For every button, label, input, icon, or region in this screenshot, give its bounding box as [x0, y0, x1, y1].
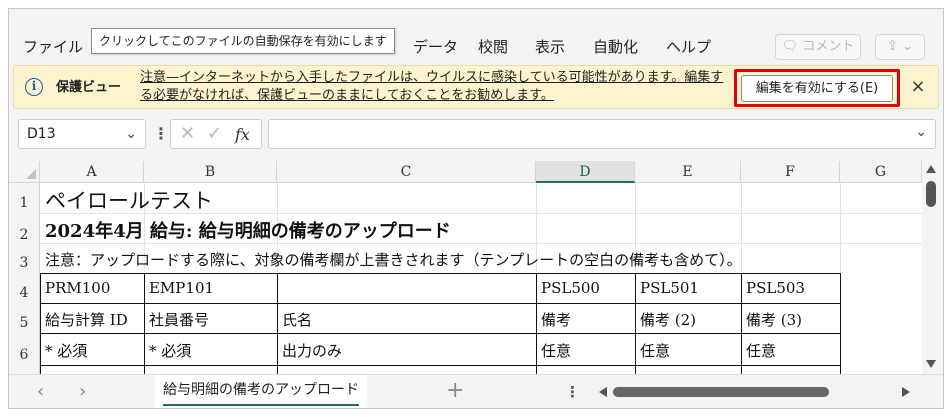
- vertical-scrollbar[interactable]: [922, 161, 942, 374]
- cell-a2[interactable]: 2024年4月 給与: 給与明細の備考のアップロード: [45, 217, 451, 243]
- cell-f6[interactable]: 任意: [746, 340, 776, 361]
- scroll-up-icon[interactable]: [926, 165, 936, 173]
- menu-help[interactable]: ヘルプ: [666, 37, 711, 57]
- cell-a5[interactable]: 給与計算 ID: [45, 309, 128, 330]
- table-border: [536, 273, 537, 374]
- formula-actions: ✕ ✓ fx: [170, 119, 262, 149]
- cell-a4[interactable]: PRM100: [45, 279, 110, 297]
- more-options-icon[interactable]: ⋮: [565, 383, 580, 401]
- menu-review[interactable]: 校閲: [478, 37, 508, 57]
- table-border: [277, 273, 278, 374]
- comment-button[interactable]: 🗨 コメント: [775, 34, 861, 60]
- cell-f5[interactable]: 備考 (3): [746, 309, 802, 330]
- ribbon-menu-bar: ファイル データ 校閲 表示 自動化 ヘルプ クリックしてこのファイルの自動保存…: [9, 9, 943, 60]
- column-header-f[interactable]: F: [741, 161, 840, 183]
- info-icon: i: [25, 78, 43, 96]
- menu-file[interactable]: ファイル: [23, 37, 83, 57]
- cancel-icon[interactable]: ✕: [180, 123, 195, 145]
- row-header-3[interactable]: 3: [9, 243, 40, 273]
- cell-e4[interactable]: PSL501: [640, 279, 699, 297]
- scroll-right-icon[interactable]: [902, 387, 910, 397]
- select-all-corner[interactable]: [9, 161, 40, 183]
- cell-c6[interactable]: 出力のみ: [282, 340, 342, 361]
- row-header-2[interactable]: 2: [9, 213, 40, 243]
- cell-b4[interactable]: EMP101: [149, 279, 214, 297]
- chevron-down-icon[interactable]: ⌄: [125, 120, 137, 148]
- cell-b5[interactable]: 社員番号: [149, 309, 209, 330]
- column-header-a[interactable]: A: [40, 161, 144, 183]
- protected-view-banner: i 保護ビュー 注意—インターネットから入手したファイルは、ウイルスに感染してい…: [13, 65, 939, 109]
- row-header-5[interactable]: 5: [9, 303, 40, 333]
- enable-editing-button[interactable]: 編集を有効にする(E): [741, 75, 893, 102]
- name-box-value: D13: [27, 126, 56, 142]
- close-icon[interactable]: ×: [907, 76, 929, 98]
- table-border: [741, 273, 742, 374]
- table-border: [40, 333, 841, 334]
- formula-input[interactable]: ⌄: [268, 119, 936, 149]
- more-options-icon[interactable]: ⋮: [153, 124, 169, 144]
- table-border: [840, 273, 841, 374]
- table-border: [40, 365, 841, 366]
- name-box[interactable]: D13 ⌄: [18, 119, 146, 149]
- excel-window: ファイル データ 校閲 表示 自動化 ヘルプ クリックしてこのファイルの自動保存…: [8, 8, 944, 409]
- previous-sheet-icon[interactable]: ‹: [37, 382, 44, 402]
- banner-title: 保護ビュー: [56, 80, 122, 95]
- table-border: [40, 303, 841, 304]
- autosave-tooltip: クリックしてこのファイルの自動保存を有効にします: [91, 28, 395, 54]
- row-header-1[interactable]: 1: [9, 183, 40, 213]
- comment-icon: 🗨: [781, 39, 799, 54]
- column-header-d[interactable]: D: [536, 161, 635, 183]
- cell-b6[interactable]: * 必須: [149, 340, 191, 361]
- horizontal-scrollbar-thumb[interactable]: [613, 387, 829, 397]
- formula-bar: D13 ⌄ ⋮ ✕ ✓ fx ⌄: [9, 115, 943, 155]
- insert-function-icon[interactable]: fx: [235, 124, 250, 146]
- table-border: [635, 273, 636, 374]
- menu-data[interactable]: データ: [413, 37, 458, 57]
- sheet-tab-bar: ‹ › 給与明細の備考のアップロード + ⋮: [9, 374, 943, 408]
- menu-view[interactable]: 表示: [535, 37, 565, 57]
- column-header-b[interactable]: B: [144, 161, 277, 183]
- cell-a3[interactable]: 注意：アップロードする際に、対象の備考欄が上書きされます（テンプレートの空白の備…: [45, 249, 742, 270]
- row-header-6[interactable]: 6: [9, 333, 40, 374]
- cell-f4[interactable]: PSL503: [746, 279, 805, 297]
- column-header-g[interactable]: G: [840, 161, 922, 183]
- column-header-e[interactable]: E: [635, 161, 741, 183]
- row-header-4[interactable]: 4: [9, 273, 40, 303]
- share-icon: ⇪ ⌄: [887, 39, 913, 54]
- scroll-down-icon[interactable]: [926, 360, 936, 368]
- cell-a1[interactable]: ペイロールテスト: [45, 185, 213, 215]
- cell-d6[interactable]: 任意: [541, 340, 571, 361]
- share-button[interactable]: ⇪ ⌄: [875, 34, 925, 60]
- scrollbar-thumb[interactable]: [926, 181, 936, 207]
- cell-a6[interactable]: * 必須: [45, 340, 87, 361]
- gridline: [40, 243, 922, 244]
- add-sheet-icon[interactable]: +: [446, 379, 464, 403]
- next-sheet-icon[interactable]: ›: [79, 382, 86, 402]
- cell-e6[interactable]: 任意: [640, 340, 670, 361]
- column-header-c[interactable]: C: [277, 161, 536, 183]
- menu-automate[interactable]: 自動化: [593, 37, 638, 57]
- comment-button-label: コメント: [802, 39, 855, 54]
- cell-d4[interactable]: PSL500: [541, 279, 600, 297]
- scroll-left-icon[interactable]: [599, 387, 607, 397]
- cell-d5[interactable]: 備考: [541, 309, 571, 330]
- table-border: [40, 273, 41, 374]
- cell-e5[interactable]: 備考 (2): [640, 309, 696, 330]
- cell-c5[interactable]: 氏名: [282, 309, 312, 330]
- banner-message-link[interactable]: 注意—インターネットから入手したファイルは、ウイルスに感染している可能性がありま…: [140, 69, 732, 105]
- sheet-tab-active[interactable]: 給与明細の備考のアップロード: [155, 375, 367, 408]
- expand-formula-icon[interactable]: ⌄: [915, 124, 927, 140]
- confirm-icon[interactable]: ✓: [207, 123, 222, 145]
- table-border: [40, 273, 841, 274]
- spreadsheet-grid[interactable]: A B C D E F G 1 2 3 4 5 6 ペイロールテスト 2024年…: [9, 161, 929, 374]
- table-border: [144, 273, 145, 374]
